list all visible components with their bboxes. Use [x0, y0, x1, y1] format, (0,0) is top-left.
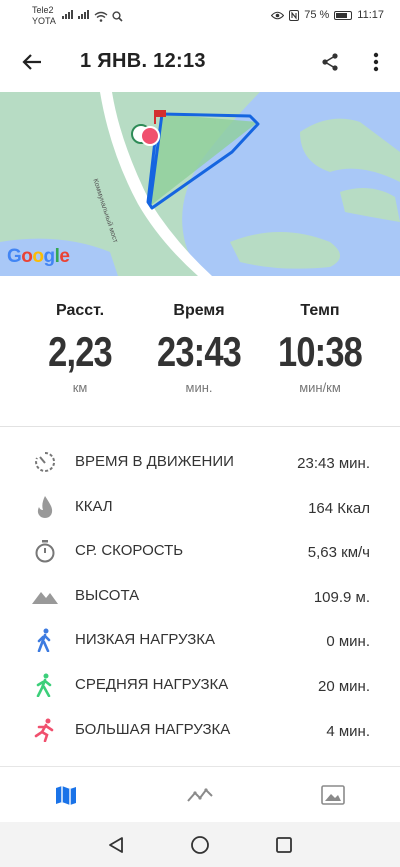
carrier-labels: Tele2 YOTA: [32, 5, 56, 27]
more-vert-icon: [373, 52, 379, 72]
detail-row-low-load: НИЗКАЯ НАГРУЗКА 0 мин.: [0, 616, 400, 661]
summary-unit: км: [72, 380, 88, 395]
back-button[interactable]: [18, 48, 46, 76]
more-options-button[interactable]: [362, 48, 390, 76]
mountain-icon: [32, 584, 58, 608]
summary-time: Время 23:43 мин.: [139, 276, 259, 395]
summary-distance: Расст. 2,23 км: [20, 276, 140, 395]
share-button[interactable]: [316, 48, 344, 76]
detail-label: СР. СКОРОСТЬ: [75, 542, 184, 560]
summary-value: 10:38: [278, 328, 363, 375]
detail-value: 20 мин.: [318, 677, 370, 695]
signal-icons: [62, 10, 123, 22]
summary-label: Время: [173, 302, 225, 319]
image-icon: [321, 785, 345, 805]
stopwatch-icon: [32, 539, 58, 563]
summary-value: 2,23: [48, 328, 113, 375]
detail-value: 164 Ккал: [308, 499, 370, 517]
flame-icon: [32, 495, 58, 519]
detail-row-medium-load: СРЕДНЯЯ НАГРУЗКА 20 мин.: [0, 661, 400, 706]
detail-label: НИЗКАЯ НАГРУЗКА: [75, 631, 216, 649]
square-recents-icon: [276, 837, 292, 853]
page-title: 1 ЯНВ. 12:13: [80, 50, 206, 72]
google-logo: Google: [7, 246, 70, 267]
detail-label: ВРЕМЯ В ДВИЖЕНИИ: [75, 453, 234, 470]
clock: 11:17: [357, 9, 384, 21]
search-icon: [112, 11, 123, 22]
detail-value: 5,63 км/ч: [307, 544, 370, 562]
line-chart-icon: [187, 788, 213, 802]
summary-label: Расст.: [55, 302, 105, 319]
detail-row-avg-speed: СР. СКОРОСТЬ 5,63 км/ч: [0, 527, 400, 572]
route-map[interactable]: Коммунальный мост Google: [0, 92, 400, 276]
running-person-icon: [32, 718, 58, 742]
detail-value: 4 мин.: [326, 722, 370, 740]
circle-home-icon: [191, 836, 209, 854]
detail-label: ВЫСОТА: [75, 586, 140, 604]
carrier-1: Tele2: [32, 5, 54, 15]
detail-value: 0 мин.: [326, 633, 370, 651]
detail-label: БОЛЬШАЯ НАГРУЗКА: [75, 720, 231, 738]
map-icon: [56, 786, 76, 805]
nfc-icon: [289, 9, 300, 21]
summary-value: 23:43: [157, 328, 242, 375]
summary-pace: Темп 10:38 мин/км: [260, 276, 380, 395]
signal-icon: [62, 10, 74, 22]
status-right: 75 % 11:17: [271, 9, 384, 21]
wifi-icon: [94, 11, 108, 22]
summary-label: Темп: [300, 302, 340, 319]
timer-outline-icon: [32, 450, 58, 474]
walking-person-icon: [32, 628, 58, 653]
system-nav-bar: [0, 822, 400, 867]
detail-row-high-load: БОЛЬШАЯ НАГРУЗКА 4 мин.: [0, 706, 400, 751]
bottom-tabs: [0, 766, 400, 822]
summary-unit: мин/км: [299, 380, 341, 395]
details-list: ВРЕМЯ В ДВИЖЕНИИ 23:43 мин. ККАЛ 164 Кка…: [0, 438, 400, 750]
share-icon: [322, 53, 338, 71]
battery-icon: [334, 10, 353, 20]
detail-value: 23:43 мин.: [297, 455, 370, 472]
summary-stats: Расст. 2,23 км Время 23:43 мин. Темп 10:…: [0, 276, 400, 426]
eye-icon: [271, 11, 285, 19]
divider: [0, 426, 400, 427]
battery-percent: 75 %: [304, 9, 330, 21]
detail-value: 109.9 м.: [313, 588, 370, 606]
tab-chart[interactable]: [185, 781, 215, 809]
tab-map[interactable]: [51, 781, 81, 809]
nav-recents-button[interactable]: [271, 832, 297, 858]
detail-row-moving-time: ВРЕМЯ В ДВИЖЕНИИ 23:43 мин.: [0, 438, 400, 483]
detail-label: ККАЛ: [75, 497, 113, 515]
detail-label: СРЕДНЯЯ НАГРУЗКА: [75, 675, 229, 693]
nav-home-button[interactable]: [187, 832, 213, 858]
signal-icon: [78, 10, 90, 22]
detail-row-kcal: ККАЛ 164 Ккал: [0, 483, 400, 528]
arrow-back-icon: [22, 54, 41, 70]
walking-person-icon: [32, 673, 58, 697]
summary-unit: мин.: [185, 380, 213, 395]
status-bar: Tele2 YOTA 75 % 11:17: [0, 0, 400, 34]
tab-photo[interactable]: [318, 781, 348, 809]
detail-row-altitude: ВЫСОТА 109.9 м.: [0, 572, 400, 617]
triangle-back-icon: [109, 837, 123, 853]
app-bar: 1 ЯНВ. 12:13: [0, 34, 400, 90]
carrier-2: YOTA: [32, 16, 56, 26]
nav-back-button[interactable]: [103, 832, 129, 858]
